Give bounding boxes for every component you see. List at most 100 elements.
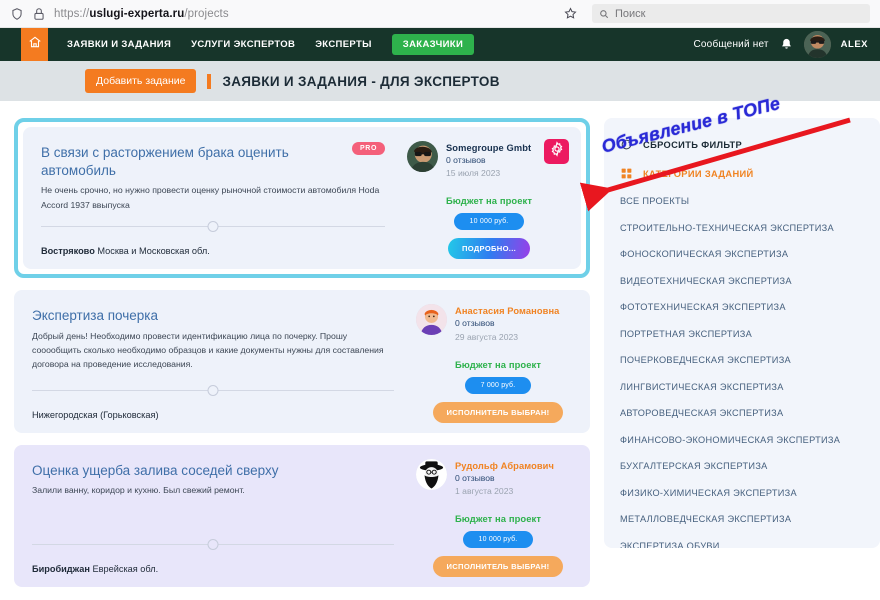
card-region: Москва и Московская обл.	[97, 246, 210, 257]
bookmark-star-icon[interactable]	[563, 6, 578, 21]
nav-link-expert-services[interactable]: УСЛУГИ ЭКСПЕРТОВ	[191, 39, 295, 50]
project-card-featured[interactable]: В связи с расторжением брака оценить авт…	[14, 118, 590, 279]
budget-label: Бюджет на проект	[454, 512, 542, 524]
contractor-chosen-button[interactable]: ИСПОЛНИТЕЛЬ ВЫБРАН!	[432, 555, 564, 577]
card-title[interactable]: В связи с расторжением брака оценить авт…	[41, 144, 385, 180]
author-avatar[interactable]	[416, 304, 447, 336]
nav-link-experts[interactable]: ЭКСПЕРТЫ	[315, 39, 372, 50]
categories-label: КАТЕГОРИИ ЗАДАНИЙ	[643, 168, 754, 179]
url-prefix: https://	[54, 7, 90, 20]
category-item-13[interactable]: ЭКСПЕРТИЗА ОБУВИ	[620, 541, 880, 549]
author-name[interactable]: Рудольф Абрамович	[455, 460, 554, 472]
budget-amount[interactable]: 10 000 руб.	[453, 213, 525, 231]
home-button[interactable]	[21, 28, 48, 61]
project-card[interactable]: Оценка ущерба залива соседей сверху Зали…	[14, 444, 590, 587]
author-reviews: 0 отзывов	[446, 155, 486, 166]
url-domain: uslugi-experta.ru	[89, 7, 185, 20]
category-item-3[interactable]: ВИДЕОТЕХНИЧЕСКАЯ ЭКСПЕРТИЗА	[620, 276, 880, 286]
card-divider	[32, 379, 394, 401]
status-badge: PRO	[352, 142, 385, 155]
categories-header[interactable]: КАТЕГОРИИ ЗАДАНИЙ	[620, 167, 880, 180]
nav-link-requests[interactable]: ЗАЯВКИ И ЗАДАНИЯ	[67, 39, 171, 50]
card-location: Востряково Москва и Московская обл.	[41, 237, 385, 256]
category-item-10[interactable]: БУХГАЛТЕРСКАЯ ЭКСПЕРТИЗА	[620, 461, 880, 471]
category-item-6[interactable]: ПОЧЕРКОВЕДЧЕСКАЯ ЭКСПЕРТИЗА	[620, 355, 880, 365]
bell-icon[interactable]	[779, 37, 794, 52]
filter-sidebar-column: СБРОСИТЬ ФИЛЬТР КАТЕГОРИИ ЗАДАНИЙ ВСЕ ПР…	[604, 118, 880, 600]
divider-knob	[207, 384, 219, 396]
url-path: /projects	[184, 7, 229, 20]
filter-sidebar: СБРОСИТЬ ФИЛЬТР КАТЕГОРИИ ЗАДАНИЙ ВСЕ ПР…	[604, 118, 880, 548]
username-label[interactable]: ALEX	[841, 39, 868, 50]
card-author: Анастасия Романовна 0 отзывов 29 августа…	[416, 304, 580, 343]
card-side-section: Somegroupe Gmbt 0 отзывов 15 июля 2023 Б…	[399, 127, 581, 270]
card-region: Нижегородская (Горьковская)	[32, 409, 159, 420]
category-item-9[interactable]: ФИНАНСОВО-ЭКОНОМИЧЕСКАЯ ЭКСПЕРТИЗА	[620, 435, 880, 445]
card-side-section: Рудольф Абрамович 0 отзывов 1 августа 20…	[408, 444, 590, 587]
author-avatar[interactable]	[416, 458, 447, 490]
grid-icon	[620, 167, 633, 180]
author-info: Рудольф Абрамович 0 отзывов 1 августа 20…	[455, 459, 554, 498]
category-item-0[interactable]: ВСЕ ПРОЕКТЫ	[620, 196, 880, 206]
divider-knob	[207, 538, 219, 550]
card-location: Нижегородская (Горьковская)	[32, 401, 394, 420]
project-card[interactable]: Экспертиза почерка Добрый день! Необходи…	[14, 290, 590, 433]
author-name[interactable]: Анастасия Романовна	[455, 305, 559, 317]
main-content: В связи с расторжением брака оценить авт…	[0, 101, 880, 600]
browser-search-placeholder: Поиск	[615, 7, 646, 20]
card-description: Добрый день! Необходимо провести идентиф…	[32, 330, 384, 369]
card-description: Не очень срочно, но нужно провести оценк…	[41, 185, 380, 210]
card-region: Еврейская обл.	[92, 563, 159, 574]
card-city: Биробиджан	[32, 563, 90, 574]
card-divider	[41, 215, 385, 237]
card-location: Биробиджан Еврейская обл.	[32, 555, 394, 574]
title-accent-mark	[207, 73, 212, 89]
category-item-7[interactable]: ЛИНГВИСТИЧЕСКАЯ ЭКСПЕРТИЗА	[620, 382, 880, 392]
author-name[interactable]: Somegroupe Gmbt	[446, 142, 531, 154]
lock-icon[interactable]	[32, 7, 46, 21]
category-item-1[interactable]: СТРОИТЕЛЬНО-ТЕХНИЧЕСКАЯ ЭКСПЕРТИЗА	[620, 223, 880, 233]
divider-knob	[207, 221, 219, 233]
nav-link-customers[interactable]: ЗАКАЗЧИКИ	[391, 34, 475, 55]
url-bar[interactable]: https://uslugi-experta.ru/projects	[54, 8, 555, 20]
budget-label: Бюджет на проект	[454, 358, 542, 370]
search-icon	[599, 9, 609, 19]
reset-filter-button[interactable]: СБРОСИТЬ ФИЛЬТР	[620, 138, 880, 151]
card-city: Востряково	[41, 246, 95, 257]
category-item-4[interactable]: ФОТОТЕХНИЧЕСКАЯ ЭКСПЕРТИЗА	[620, 302, 880, 312]
category-item-12[interactable]: МЕТАЛЛОВЕДЧЕСКАЯ ЭКСПЕРТИЗА	[620, 514, 880, 524]
card-date: 29 августа 2023	[455, 331, 519, 342]
gear-icon	[549, 141, 565, 162]
browser-toolbar: https://uslugi-experta.ru/projects Поиск	[0, 0, 880, 28]
card-date: 1 августа 2023	[455, 485, 514, 496]
budget-amount[interactable]: 7 000 руб.	[464, 376, 532, 394]
author-info: Somegroupe Gmbt 0 отзывов 15 июля 2023	[446, 141, 531, 180]
budget-label: Бюджет на проект	[445, 195, 533, 207]
page-title: ЗАЯВКИ И ЗАДАНИЯ - ДЛЯ ЭКСПЕРТОВ	[222, 73, 500, 89]
card-title[interactable]: Оценка ущерба залива соседей сверху	[32, 462, 394, 480]
card-body: Оценка ущерба залива соседей сверху Зали…	[14, 444, 590, 587]
avatar[interactable]	[803, 31, 831, 58]
author-avatar[interactable]	[407, 141, 438, 172]
card-date: 15 июля 2023	[446, 168, 501, 179]
project-list: В связи с расторжением брака оценить авт…	[14, 118, 590, 600]
budget-block: Бюджет на проект 7 000 руб. ИСПОЛНИТЕЛЬ …	[416, 359, 580, 423]
budget-block: Бюджет на проект 10 000 руб. ИСПОЛНИТЕЛЬ…	[416, 513, 580, 577]
details-button[interactable]: ПОДРОБНО...	[447, 238, 531, 260]
browser-search-input[interactable]: Поиск	[592, 4, 870, 23]
site-top-navigation: ЗАЯВКИ И ЗАДАНИЯ УСЛУГИ ЭКСПЕРТОВ ЭКСПЕР…	[0, 28, 880, 61]
category-item-8[interactable]: АВТОРОВЕДЧЕСКАЯ ЭКСПЕРТИЗА	[620, 408, 880, 418]
category-item-11[interactable]: ФИЗИКО-ХИМИЧЕСКАЯ ЭКСПЕРТИЗА	[620, 488, 880, 498]
add-task-button[interactable]: Добавить задание	[85, 69, 197, 93]
contractor-chosen-button[interactable]: ИСПОЛНИТЕЛЬ ВЫБРАН!	[432, 401, 564, 423]
messages-status: Сообщений нет	[693, 39, 769, 50]
category-item-5[interactable]: ПОРТРЕТНАЯ ЭКСПЕРТИЗА	[620, 329, 880, 339]
card-title[interactable]: Экспертиза почерка	[32, 307, 394, 325]
reset-filter-label: СБРОСИТЬ ФИЛЬТР	[643, 139, 743, 150]
category-item-2[interactable]: ФОНОСКОПИЧЕСКАЯ ЭКСПЕРТИЗА	[620, 249, 880, 259]
budget-amount[interactable]: 10 000 руб.	[462, 530, 534, 548]
shield-icon[interactable]	[10, 7, 24, 21]
card-author: Рудольф Абрамович 0 отзывов 1 августа 20…	[416, 458, 580, 498]
settings-button[interactable]	[544, 139, 569, 164]
card-main-section: Оценка ущерба залива соседей сверху Зали…	[14, 444, 408, 587]
